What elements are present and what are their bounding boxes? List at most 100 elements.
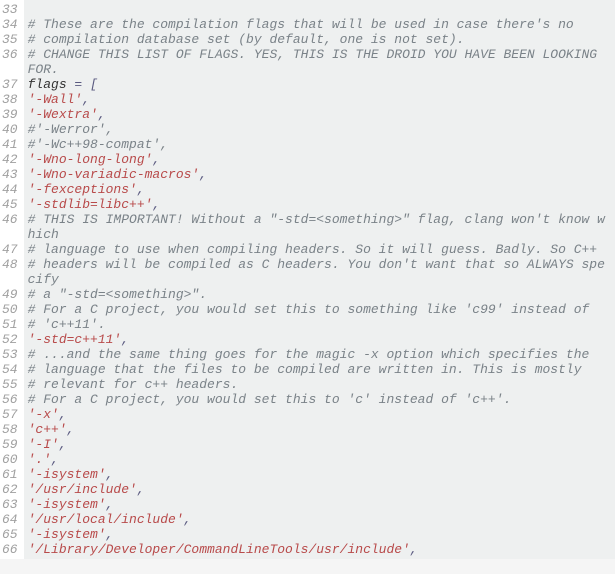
code-token: '-stdlib=libc++' <box>28 197 153 212</box>
line-number: 65 <box>2 527 18 542</box>
code-line: '-Wno-variadic-macros', <box>28 167 611 182</box>
line-number: 58 <box>2 422 18 437</box>
code-line: 'c++', <box>28 422 611 437</box>
code-token: # relevant for c++ headers. <box>28 377 239 392</box>
line-number: 55 <box>2 377 18 392</box>
code-line: # relevant for c++ headers. <box>28 377 611 392</box>
code-token: # headers will be compiled as C headers.… <box>28 257 605 287</box>
code-viewer: 3334353637383940414243444546474849505152… <box>0 0 615 559</box>
code-token: , <box>67 422 75 437</box>
code-token: '-I' <box>28 437 59 452</box>
line-number: 61 <box>2 467 18 482</box>
code-token: # 'c++11'. <box>28 317 106 332</box>
line-number: 42 <box>2 152 18 167</box>
code-line: '-isystem', <box>28 527 611 542</box>
line-number: 66 <box>2 542 18 557</box>
line-number: 38 <box>2 92 18 107</box>
line-number: 33 <box>2 2 18 17</box>
code-line: '-Wextra', <box>28 107 611 122</box>
code-line: # For a C project, you would set this to… <box>28 302 611 317</box>
code-token: # For a C project, you would set this to… <box>28 302 590 317</box>
line-number: 63 <box>2 497 18 512</box>
code-line: #'-Wc++98-compat', <box>28 137 611 152</box>
code-line: '/usr/include', <box>28 482 611 497</box>
code-token: flags <box>28 77 75 92</box>
line-number: 47 <box>2 242 18 257</box>
code-line: '-I', <box>28 437 611 452</box>
line-number: 50 <box>2 302 18 317</box>
code-line: '-isystem', <box>28 497 611 512</box>
code-token: '-x' <box>28 407 59 422</box>
line-number: 34 <box>2 17 18 32</box>
code-line: '/Library/Developer/CommandLineTools/usr… <box>28 542 611 557</box>
code-line: '-std=c++11', <box>28 332 611 347</box>
code-token: # THIS IS IMPORTANT! Without a "-std=<so… <box>28 212 605 242</box>
code-line: '/usr/local/include', <box>28 512 611 527</box>
code-line: # For a C project, you would set this to… <box>28 392 611 407</box>
line-number: 41 <box>2 137 18 152</box>
code-token: , <box>82 92 90 107</box>
code-token: '-Wall' <box>28 92 83 107</box>
code-token: # language to use when compiling headers… <box>28 242 598 257</box>
code-token: '-isystem' <box>28 497 106 512</box>
line-number: 52 <box>2 332 18 347</box>
code-token: , <box>106 527 114 542</box>
line-number: 53 <box>2 347 18 362</box>
code-content[interactable]: # These are the compilation flags that w… <box>24 0 615 559</box>
line-number: 40 <box>2 122 18 137</box>
code-token: , <box>152 152 160 167</box>
code-token: #'-Werror', <box>28 122 114 137</box>
line-number: 44 <box>2 182 18 197</box>
line-number: 60 <box>2 452 18 467</box>
code-token: , <box>152 197 160 212</box>
code-line: # headers will be compiled as C headers.… <box>28 257 611 287</box>
code-line: # ...and the same thing goes for the mag… <box>28 347 611 362</box>
code-token: , <box>199 167 207 182</box>
line-number: 35 <box>2 32 18 47</box>
code-token: # These are the compilation flags that w… <box>28 17 574 32</box>
code-line: '-Wall', <box>28 92 611 107</box>
code-token: '-Wno-variadic-macros' <box>28 167 200 182</box>
code-token: 'c++' <box>28 422 67 437</box>
code-token: # compilation database set (by default, … <box>28 32 465 47</box>
code-token <box>82 77 90 92</box>
code-line: '-Wno-long-long', <box>28 152 611 167</box>
code-token: '-Wextra' <box>28 107 98 122</box>
code-token: # ...and the same thing goes for the mag… <box>28 347 590 362</box>
line-number: 64 <box>2 512 18 527</box>
code-token: , <box>121 332 129 347</box>
code-token: , <box>410 542 418 557</box>
code-token: # For a C project, you would set this to… <box>28 392 512 407</box>
code-token: , <box>184 512 192 527</box>
code-token: '/usr/include' <box>28 482 137 497</box>
code-token: , <box>106 467 114 482</box>
code-line: flags = [ <box>28 77 611 92</box>
code-token: , <box>137 182 145 197</box>
line-number: 57 <box>2 407 18 422</box>
code-line: '.', <box>28 452 611 467</box>
line-number: 59 <box>2 437 18 452</box>
code-line: # THIS IS IMPORTANT! Without a "-std=<so… <box>28 212 611 242</box>
code-line: '-isystem', <box>28 467 611 482</box>
line-number: 36 <box>2 47 18 77</box>
code-token: '-isystem' <box>28 467 106 482</box>
line-number: 49 <box>2 287 18 302</box>
line-number: 56 <box>2 392 18 407</box>
line-number: 51 <box>2 317 18 332</box>
code-token: # CHANGE THIS LIST OF FLAGS. YES, THIS I… <box>28 47 605 77</box>
code-line: # CHANGE THIS LIST OF FLAGS. YES, THIS I… <box>28 47 611 77</box>
code-token: '-Wno-long-long' <box>28 152 153 167</box>
code-line: #'-Werror', <box>28 122 611 137</box>
line-number: 46 <box>2 212 18 242</box>
code-line: '-x', <box>28 407 611 422</box>
code-token: #'-Wc++98-compat', <box>28 137 168 152</box>
code-token: , <box>98 107 106 122</box>
code-line: # 'c++11'. <box>28 317 611 332</box>
line-number: 54 <box>2 362 18 377</box>
code-line: '-fexceptions', <box>28 182 611 197</box>
line-number: 48 <box>2 257 18 287</box>
code-line: # These are the compilation flags that w… <box>28 17 611 32</box>
line-number-gutter: 3334353637383940414243444546474849505152… <box>0 0 24 559</box>
line-number: 37 <box>2 77 18 92</box>
code-token: '-fexceptions' <box>28 182 137 197</box>
